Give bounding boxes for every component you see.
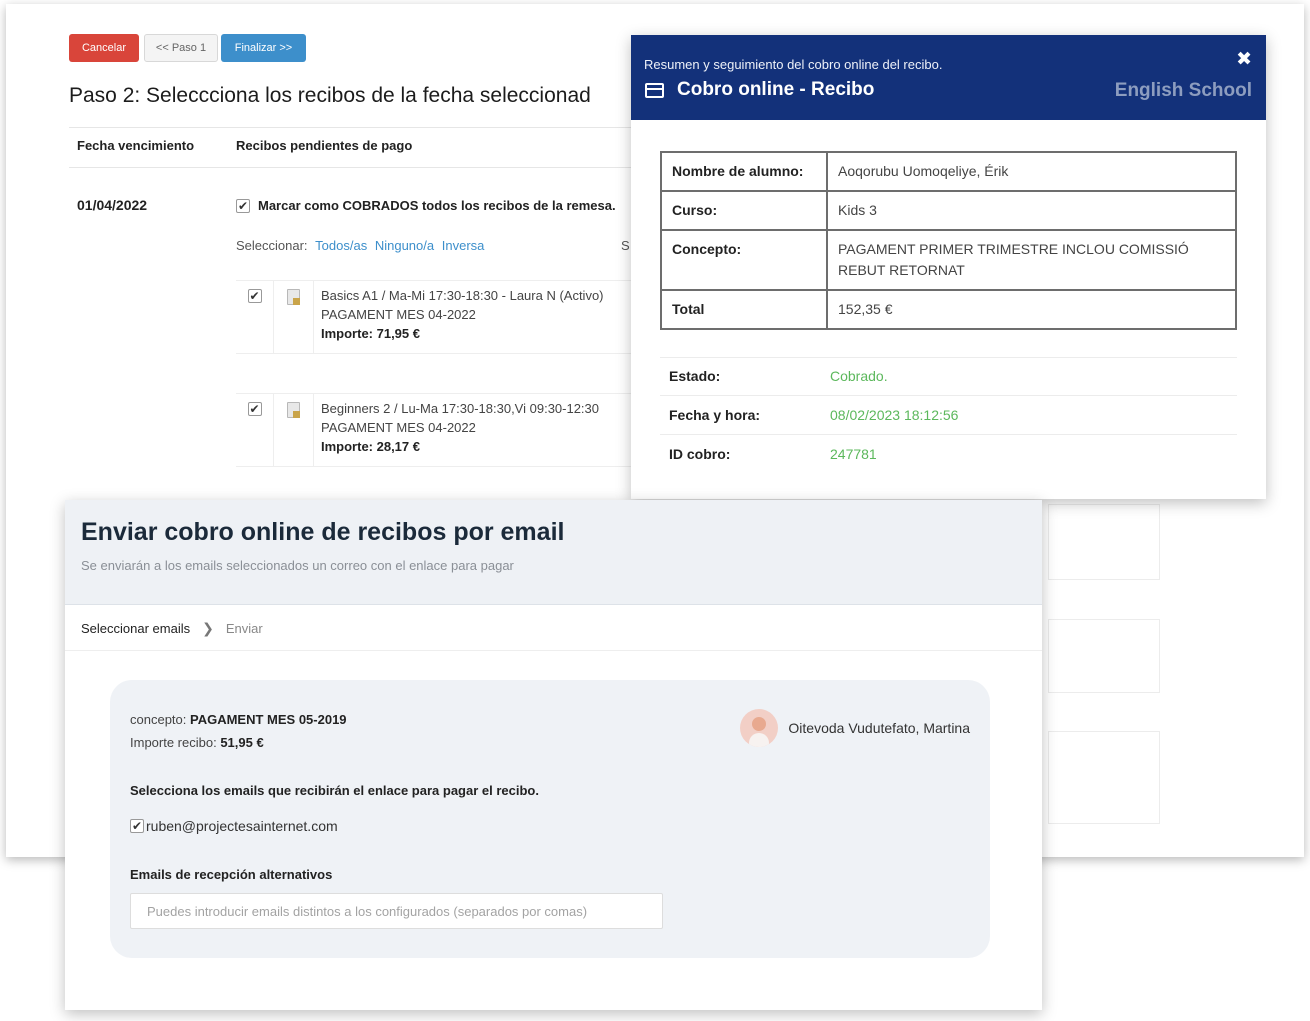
breadcrumb: Seleccionar emails ❯ Enviar bbox=[81, 620, 263, 637]
selection-links: Seleccionar: Todos/as Ninguno/a Inversa bbox=[236, 238, 484, 253]
receipt-checkbox[interactable]: ✔ bbox=[247, 289, 262, 303]
finish-button[interactable]: Finalizar >> bbox=[221, 34, 306, 62]
amount-value: 51,95 € bbox=[220, 735, 264, 750]
document-icon[interactable] bbox=[287, 402, 300, 418]
receipt-course: Beginners 2 / Lu-Ma 17:30-18:30,Vi 09:30… bbox=[321, 401, 600, 416]
panel-subtitle: Se enviarán a los emails seleccionados u… bbox=[81, 558, 514, 573]
partial-row bbox=[1048, 731, 1160, 824]
page-title: Paso 2: Seleccciona los recibos de la fe… bbox=[69, 84, 591, 107]
column-header-pending: Recibos pendientes de pago bbox=[236, 138, 413, 153]
receipt-summary: concepto: PAGAMENT MES 05-2019 Importe r… bbox=[130, 708, 347, 754]
detail-value: Aoqorubu Uomoqeliye, Érik bbox=[826, 151, 1237, 192]
divider bbox=[69, 127, 659, 128]
previous-step-button[interactable]: << Paso 1 bbox=[144, 34, 218, 62]
modal-header: Resumen y seguimiento del cobro online d… bbox=[631, 35, 1266, 120]
receipt-course: Basics A1 / Ma-Mi 17:30-18:30 - Laura N … bbox=[321, 288, 604, 303]
select-label: Seleccionar: bbox=[236, 238, 308, 253]
divider bbox=[660, 357, 1237, 358]
status-value: Cobrado. bbox=[830, 368, 888, 384]
due-date-value: 01/04/2022 bbox=[77, 197, 148, 213]
checkbox-checked-icon[interactable]: ✔ bbox=[236, 198, 250, 213]
receipt-amount: Importe: 28,17 € bbox=[321, 439, 420, 454]
payment-receipt-modal: Resumen y seguimiento del cobro online d… bbox=[631, 35, 1266, 499]
panel-header: Enviar cobro online de recibos por email… bbox=[65, 500, 1042, 605]
detail-label: Curso: bbox=[660, 190, 828, 231]
receipt-row: ✔ Beginners 2 / Lu-Ma 17:30-18:30,Vi 09:… bbox=[236, 393, 646, 467]
breadcrumb-step-send[interactable]: Enviar bbox=[226, 621, 263, 636]
detail-value: PAGAMENT PRIMER TRIMESTRE INCLOU COMISSI… bbox=[826, 229, 1237, 291]
student-name: Oitevoda Vudutefato, Martina bbox=[788, 720, 970, 736]
receipt-amount: Importe: 71,95 € bbox=[321, 326, 420, 341]
concept-label: concepto: bbox=[130, 712, 187, 727]
detail-value: 152,35 € bbox=[826, 289, 1237, 330]
detail-label: Total bbox=[660, 289, 828, 330]
mark-all-label: Marcar como COBRADOS todos los recibos d… bbox=[258, 198, 616, 213]
concept-value: PAGAMENT MES 05-2019 bbox=[190, 712, 347, 727]
status-label: Estado: bbox=[669, 368, 721, 384]
detail-label: Concepto: bbox=[660, 229, 828, 291]
table-row: Concepto: PAGAMENT PRIMER TRIMESTRE INCL… bbox=[660, 229, 1237, 291]
select-all-link[interactable]: Todos/as bbox=[315, 238, 367, 253]
email-option[interactable]: ✔ ruben@projectesainternet.com bbox=[130, 818, 338, 834]
brand-name: English School bbox=[1114, 80, 1252, 101]
receipt-email-card: concepto: PAGAMENT MES 05-2019 Importe r… bbox=[110, 680, 990, 958]
receipt-details-table: Nombre de alumno: Aoqorubu Uomoqeliye, É… bbox=[660, 151, 1237, 330]
payment-id-label: ID cobro: bbox=[669, 446, 731, 462]
cancel-button[interactable]: Cancelar bbox=[69, 34, 139, 62]
divider bbox=[69, 167, 659, 168]
document-icon[interactable] bbox=[287, 289, 300, 305]
divider bbox=[660, 434, 1237, 435]
email-address: ruben@projectesainternet.com bbox=[146, 818, 338, 834]
chevron-right-icon: ❯ bbox=[202, 620, 214, 636]
alt-emails-input[interactable] bbox=[130, 893, 663, 929]
table-row: Curso: Kids 3 bbox=[660, 190, 1237, 231]
close-icon[interactable]: ✖ bbox=[1236, 48, 1252, 71]
panel-title: Enviar cobro online de recibos por email bbox=[81, 518, 565, 546]
receipt-concept: PAGAMENT MES 04-2022 bbox=[321, 420, 476, 435]
select-none-link[interactable]: Ninguno/a bbox=[375, 238, 434, 253]
amount-label: Importe recibo: bbox=[130, 735, 217, 750]
partial-row bbox=[1048, 619, 1160, 693]
datetime-label: Fecha y hora: bbox=[669, 407, 761, 423]
receipt-checkbox[interactable]: ✔ bbox=[247, 402, 262, 416]
modal-title: Cobro online - Recibo bbox=[677, 79, 875, 100]
divider bbox=[65, 650, 1042, 651]
partial-row bbox=[1048, 504, 1160, 580]
credit-card-icon bbox=[645, 83, 664, 98]
avatar bbox=[740, 709, 779, 747]
student-info: Oitevoda Vudutefato, Martina bbox=[740, 709, 970, 747]
detail-label: Nombre de alumno: bbox=[660, 151, 828, 192]
divider bbox=[660, 395, 1237, 396]
alt-emails-label: Emails de recepción alternativos bbox=[130, 867, 333, 882]
modal-subtitle: Resumen y seguimiento del cobro online d… bbox=[644, 57, 943, 72]
truncated-label: S bbox=[621, 238, 630, 253]
datetime-value: 08/02/2023 18:12:56 bbox=[830, 407, 959, 423]
detail-value: Kids 3 bbox=[826, 190, 1237, 231]
emails-section-title: Selecciona los emails que recibirán el e… bbox=[130, 783, 539, 798]
send-payment-email-panel: Enviar cobro online de recibos por email… bbox=[65, 500, 1042, 1010]
email-checkbox[interactable]: ✔ bbox=[130, 819, 144, 833]
mark-all-paid-checkbox[interactable]: ✔ Marcar como COBRADOS todos los recibos… bbox=[236, 198, 616, 213]
table-row: Nombre de alumno: Aoqorubu Uomoqeliye, É… bbox=[660, 151, 1237, 192]
table-row: Total 152,35 € bbox=[660, 289, 1237, 330]
select-inverse-link[interactable]: Inversa bbox=[442, 238, 485, 253]
payment-id-value: 247781 bbox=[830, 446, 877, 462]
receipt-concept: PAGAMENT MES 04-2022 bbox=[321, 307, 476, 322]
breadcrumb-step-select-emails[interactable]: Seleccionar emails bbox=[81, 621, 190, 636]
column-header-due-date: Fecha vencimiento bbox=[77, 138, 195, 153]
receipt-row: ✔ Basics A1 / Ma-Mi 17:30-18:30 - Laura … bbox=[236, 280, 646, 354]
